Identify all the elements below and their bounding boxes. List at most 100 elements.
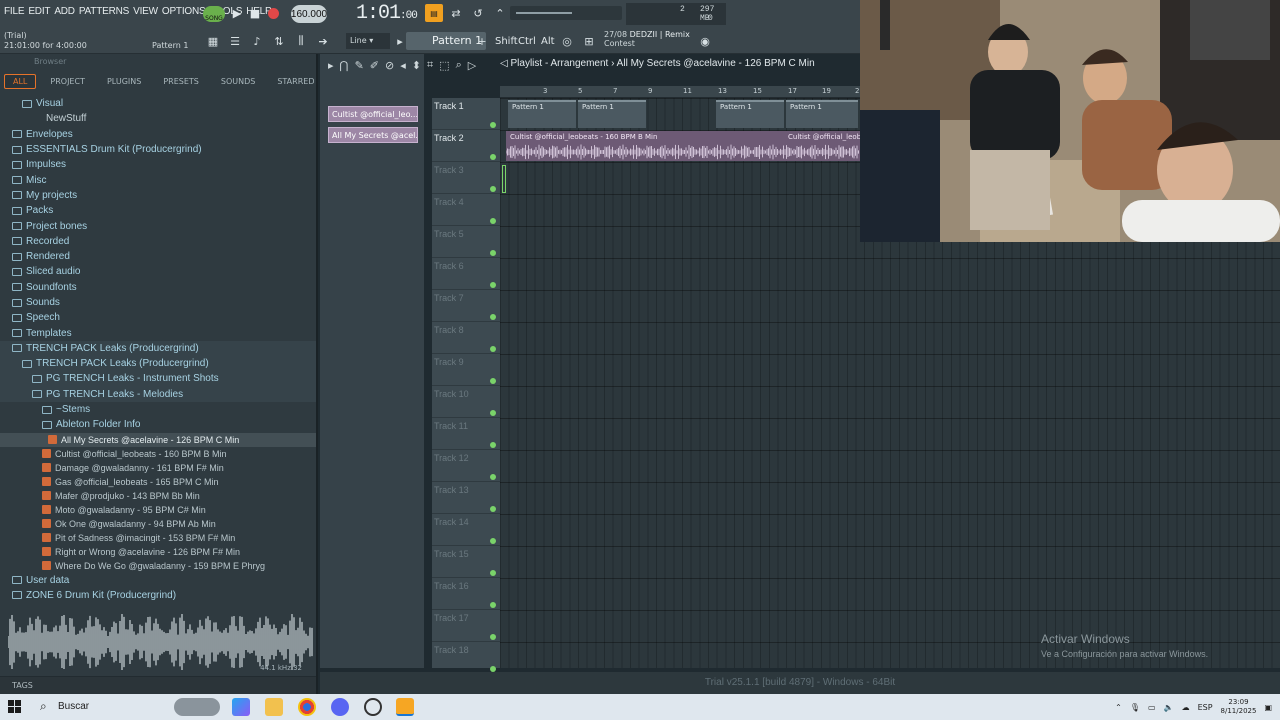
track-header[interactable]: Track 6 <box>432 258 500 290</box>
tree-item[interactable]: Soundfonts <box>0 280 316 295</box>
tree-item[interactable]: My projects <box>0 188 316 203</box>
timeline-ruler[interactable]: 3 5 7 9 11 13 15 17 19 2 <box>500 86 860 98</box>
tree-item[interactable]: Packs <box>0 203 316 218</box>
file-explorer-icon[interactable] <box>265 698 283 716</box>
pattern-clip[interactable]: Pattern 1 <box>578 100 646 128</box>
mute-icon[interactable]: ◂ <box>400 59 406 72</box>
track-header[interactable]: Track 11 <box>432 418 500 450</box>
track-active-led[interactable] <box>490 218 496 224</box>
snap-select[interactable]: Line ▾ <box>346 33 390 49</box>
browser-tab-plugins[interactable]: PLUGINS <box>99 75 149 88</box>
chrome-icon[interactable] <box>298 698 316 716</box>
playlist-icon[interactable]: ☰ <box>226 32 244 50</box>
playlist-source-clip[interactable]: All My Secrets @acel... <box>328 127 418 143</box>
slice-icon[interactable]: ⌗ <box>427 58 433 72</box>
browser-tab-project[interactable]: PROJECT <box>42 75 93 88</box>
sample-file[interactable]: Moto @gwaladanny - 95 BPM C# Min <box>0 503 316 517</box>
song-mode-toggle[interactable]: SONG <box>203 6 225 22</box>
taskbar-clock[interactable]: 23:09 8/11/2025 <box>1221 698 1257 716</box>
menu-item-options[interactable]: OPTIONS <box>162 6 206 17</box>
menu-item-view[interactable]: VIEW <box>133 6 158 17</box>
tree-item[interactable]: Sounds <box>0 295 316 310</box>
sample-file[interactable]: Ok One @gwaladanny - 94 BPM Ab Min <box>0 517 316 531</box>
windows-start-icon[interactable] <box>8 700 22 714</box>
fl-studio-taskbar-icon[interactable] <box>396 698 414 716</box>
song-position-display[interactable]: 1:01:00 <box>356 2 418 25</box>
tree-item[interactable]: Sliced audio <box>0 264 316 279</box>
obs-icon[interactable] <box>364 698 382 716</box>
track-header[interactable]: Track 3 <box>432 162 500 194</box>
track-active-led[interactable] <box>490 154 496 160</box>
tags-bar[interactable]: TAGS <box>0 676 316 694</box>
delete-icon[interactable]: ⊘ <box>385 59 394 72</box>
playlist-back-icon[interactable]: ◁ <box>500 58 508 69</box>
track-header[interactable]: Track 7 <box>432 290 500 322</box>
track-header[interactable]: Track 10 <box>432 386 500 418</box>
tree-item[interactable]: Speech <box>0 310 316 325</box>
sample-file[interactable]: Mafer @prodjuko - 143 BPM Bb Min <box>0 489 316 503</box>
add-pattern-icon[interactable]: + <box>476 32 488 50</box>
menu-item-file[interactable]: FILE <box>4 6 25 17</box>
track-active-led[interactable] <box>490 538 496 544</box>
notifications-icon[interactable]: ▣ <box>1264 703 1272 712</box>
tempo-display[interactable]: 160.000 <box>291 5 327 23</box>
tree-item[interactable]: Misc <box>0 172 316 187</box>
sample-preview-waveform[interactable] <box>8 614 314 670</box>
tree-item[interactable]: ZONE 6 Drum Kit (Producergrind) <box>0 588 316 603</box>
track-active-led[interactable] <box>490 250 496 256</box>
pattern-prev-icon[interactable]: ▸ <box>394 32 406 50</box>
track-active-led[interactable] <box>490 410 496 416</box>
track-active-led[interactable] <box>490 186 496 192</box>
mixer-icon[interactable]: ⇅ <box>270 32 288 50</box>
browser-icon[interactable]: ⫼ <box>292 32 310 50</box>
track-header[interactable]: Track 5 <box>432 226 500 258</box>
track-header[interactable]: Track 9 <box>432 354 500 386</box>
language-indicator[interactable]: ESP <box>1198 703 1213 712</box>
tempo-tapper-icon[interactable]: ◎ <box>558 32 576 50</box>
step-edit-icon[interactable]: ⇄ <box>447 4 465 22</box>
tray-expand-icon[interactable]: ⌃ <box>1115 703 1122 712</box>
record-button[interactable] <box>264 4 282 22</box>
track-header[interactable]: Track 8 <box>432 322 500 354</box>
piano-roll-icon[interactable]: ♪ <box>248 32 266 50</box>
track-active-led[interactable] <box>490 346 496 352</box>
track-header[interactable]: Track 12 <box>432 450 500 482</box>
track-header[interactable]: Track 14 <box>432 514 500 546</box>
track-active-led[interactable] <box>490 122 496 128</box>
loop-record-icon[interactable]: ↺ <box>469 4 487 22</box>
tree-item[interactable]: NewStuff <box>0 111 316 126</box>
magnet-icon[interactable]: ⋂ <box>340 59 349 72</box>
track-active-led[interactable] <box>490 570 496 576</box>
pattern-song-icon[interactable]: ▤ <box>425 4 443 22</box>
track-active-led[interactable] <box>490 442 496 448</box>
playback-icon[interactable]: ▷ <box>468 59 476 72</box>
cart-icon[interactable]: ⊞ <box>580 32 598 50</box>
tree-item[interactable]: Recorded <box>0 234 316 249</box>
tree-item[interactable]: ESSENTIALS Drum Kit (Producergrind) <box>0 142 316 157</box>
network-icon[interactable]: ▭ <box>1148 703 1156 712</box>
tree-item[interactable]: TRENCH PACK Leaks (Producergrind) <box>0 356 316 372</box>
pattern-clip[interactable]: Pattern 1 <box>716 100 784 128</box>
slip-icon[interactable]: ⬍ <box>412 59 421 72</box>
track-header[interactable]: Track 17 <box>432 610 500 642</box>
track-header[interactable]: Track 18 <box>432 642 500 674</box>
taskbar-search[interactable]: ⌕ Buscar <box>34 696 224 718</box>
menu-item-add[interactable]: ADD <box>54 6 75 17</box>
pencil-icon[interactable]: ✎ <box>355 59 364 72</box>
track-active-led[interactable] <box>490 474 496 480</box>
sample-file[interactable]: Damage @gwaladanny - 161 BPM F# Min <box>0 461 316 475</box>
tree-item[interactable]: Visual <box>0 96 316 111</box>
pattern-clip[interactable]: Pattern 1 <box>786 100 858 128</box>
track-active-led[interactable] <box>490 634 496 640</box>
track-header[interactable]: Track 16 <box>432 578 500 610</box>
tree-item[interactable]: PG TRENCH Leaks - Melodies <box>0 386 316 402</box>
paint-icon[interactable]: ✐ <box>370 59 379 72</box>
track-active-led[interactable] <box>490 378 496 384</box>
cloud-icon[interactable]: ☁ <box>1182 703 1190 712</box>
tree-item[interactable]: Impulses <box>0 157 316 172</box>
play-button[interactable]: ▶ <box>228 4 246 22</box>
tree-item[interactable]: Templates <box>0 325 316 340</box>
sample-file[interactable]: All My Secrets @acelavine - 126 BPM C Mi… <box>0 432 316 447</box>
playlist-source-clip[interactable]: Cultist @official_leo... <box>328 106 418 122</box>
track-header[interactable]: Track 4 <box>432 194 500 226</box>
